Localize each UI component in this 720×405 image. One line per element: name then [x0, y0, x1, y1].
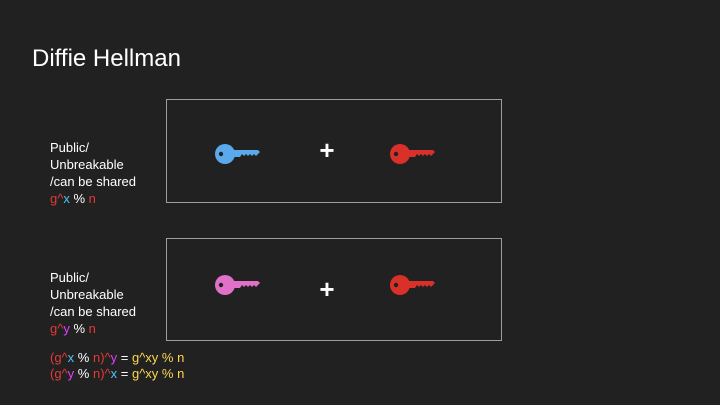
- slide-title: Diffie Hellman: [32, 45, 181, 72]
- public-formula-2: g^y % n: [50, 320, 136, 337]
- formula-part: %: [69, 321, 89, 336]
- shared-secret-equations: (g^x % n)^y = g^xy % n (g^y % n)^x = g^x…: [50, 350, 184, 382]
- public-formula-1: g^x % n: [50, 190, 136, 207]
- equation-part: n)^: [92, 350, 111, 365]
- label-line: Unbreakable: [50, 287, 124, 302]
- equation-line-1: (g^x % n)^y = g^xy % n: [50, 350, 184, 366]
- label-line: /can be shared: [50, 174, 137, 189]
- public-label-2: Public/ Unbreakable /can be shared g^y %…: [50, 269, 136, 337]
- equation-part: (g^: [50, 350, 68, 365]
- equation-part: =: [117, 366, 132, 381]
- formula-part: n: [88, 321, 96, 336]
- blue-key-icon: [214, 143, 260, 165]
- equation-part: =: [117, 350, 132, 365]
- equation-part: g^xy % n: [131, 366, 185, 381]
- equation-part: g^xy % n: [131, 350, 185, 365]
- red-key-icon: [389, 274, 435, 296]
- equation-part: %: [74, 366, 93, 381]
- formula-part: g^: [50, 321, 64, 336]
- public-label-1: Public/ Unbreakable /can be shared g^x %…: [50, 139, 136, 207]
- plus-icon: +: [319, 135, 335, 165]
- label-line: Public/: [50, 270, 90, 285]
- equation-part: (g^: [50, 366, 68, 381]
- label-line: Unbreakable: [50, 157, 124, 172]
- equation-part: n)^: [92, 366, 111, 381]
- formula-part: %: [69, 191, 89, 206]
- label-line: Public/: [50, 140, 90, 155]
- formula-part: n: [88, 191, 96, 206]
- red-key-icon: [389, 143, 435, 165]
- plus-icon: +: [319, 274, 335, 304]
- label-line: /can be shared: [50, 304, 137, 319]
- equation-part: %: [74, 350, 93, 365]
- pink-key-icon: [214, 274, 260, 296]
- formula-part: g^: [50, 191, 64, 206]
- equation-line-2: (g^y % n)^x = g^xy % n: [50, 366, 184, 382]
